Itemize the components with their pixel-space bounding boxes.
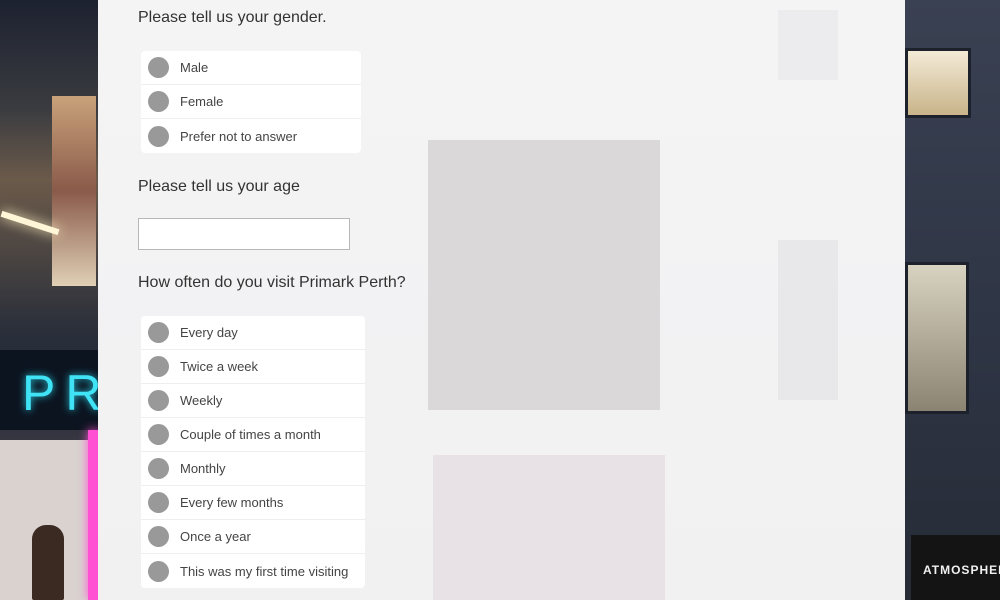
background-poster [52, 96, 96, 286]
gender-option-male[interactable]: Male [141, 51, 361, 85]
option-label: Weekly [180, 393, 223, 408]
radio-button[interactable] [148, 57, 169, 78]
option-label: Male [180, 60, 209, 75]
frequency-option-every-day[interactable]: Every day [141, 316, 365, 350]
question-gender-label: Please tell us your gender. [138, 9, 327, 26]
radio-button[interactable] [148, 560, 169, 582]
radio-button[interactable] [148, 458, 169, 479]
frequency-option-weekly[interactable]: Weekly [141, 384, 365, 418]
option-label: Monthly [180, 461, 226, 476]
background-window [905, 262, 969, 414]
background-window [905, 48, 971, 118]
option-label: Twice a week [180, 359, 259, 374]
option-label: Prefer not to answer [180, 128, 298, 144]
radio-button[interactable] [148, 492, 169, 513]
radio-button[interactable] [148, 125, 169, 147]
option-label: Every day [180, 325, 238, 340]
option-label: Female [180, 94, 224, 109]
option-label: Couple of times a month [180, 427, 321, 442]
frequency-option-first-time[interactable]: This was my first time visiting [141, 554, 365, 588]
frequency-option-once-a-year[interactable]: Once a year [141, 520, 365, 554]
background-ghost-window [778, 240, 838, 400]
option-label: Every few months [180, 495, 284, 510]
background-ghost-window [428, 140, 660, 410]
background-ghost-window [433, 455, 665, 600]
question-visit-frequency-label: How often do you visit Primark Perth? [138, 274, 406, 291]
background-light [0, 210, 60, 236]
gender-option-female[interactable]: Female [141, 85, 361, 119]
radio-button[interactable] [148, 526, 169, 547]
frequency-option-twice-a-week[interactable]: Twice a week [141, 350, 365, 384]
radio-button[interactable] [148, 356, 169, 377]
background-left-storefront: PRI [0, 0, 125, 600]
radio-button[interactable] [148, 91, 169, 112]
background-neon-sign: PRI [0, 350, 125, 430]
frequency-option-monthly[interactable]: Monthly [141, 452, 365, 486]
frequency-option-every-few-months[interactable]: Every few months [141, 486, 365, 520]
background-right-building: ATMOSPHER [905, 0, 1000, 600]
store-sign-text: ATMOSPHER [923, 563, 1000, 577]
gender-options: Male Female Prefer not to answer [141, 51, 361, 153]
radio-button[interactable] [148, 390, 169, 411]
gender-option-prefer-not[interactable]: Prefer not to answer [141, 119, 361, 153]
option-label: This was my first time visiting [180, 563, 349, 579]
option-label: Once a year [180, 529, 251, 544]
age-input[interactable] [138, 218, 350, 250]
frequency-option-couple-times-month[interactable]: Couple of times a month [141, 418, 365, 452]
radio-button[interactable] [148, 424, 169, 445]
visit-frequency-options: Every day Twice a week Weekly Couple of … [141, 316, 365, 588]
background-ghost-window [778, 10, 838, 80]
background-person [32, 525, 64, 600]
radio-button[interactable] [148, 322, 169, 343]
question-age-label: Please tell us your age [138, 178, 300, 195]
background-store-front: ATMOSPHER [911, 535, 1000, 600]
